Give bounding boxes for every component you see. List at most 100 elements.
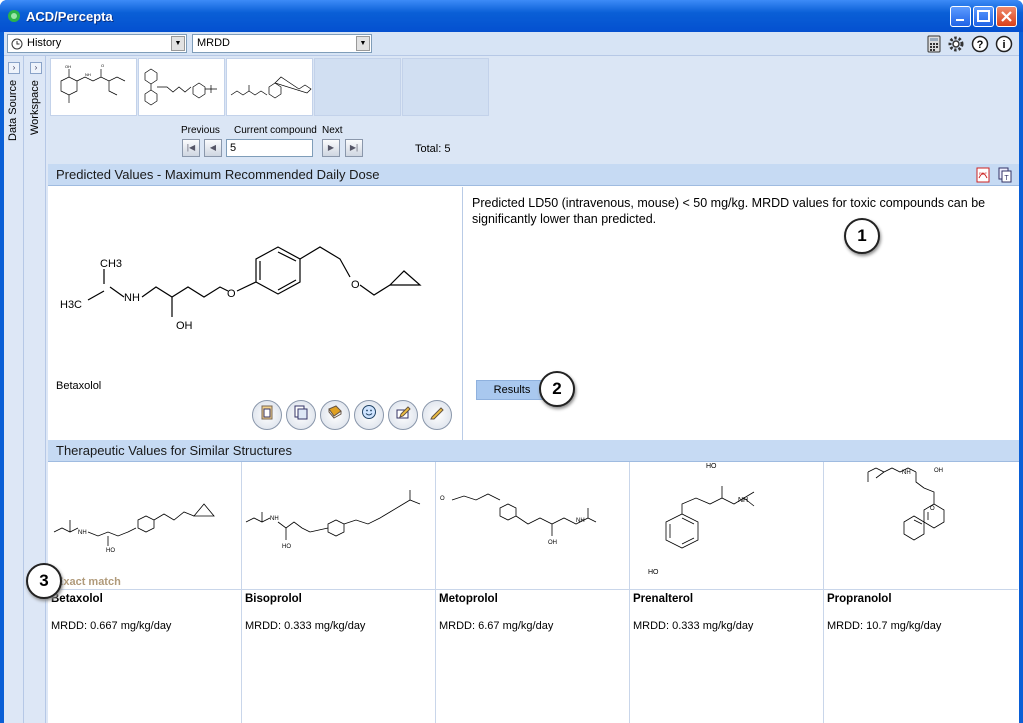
predicted-values-header: Predicted Values - Maximum Recommended D…	[48, 164, 1019, 186]
structure-image: HO NH HO	[630, 462, 824, 590]
compound-thumbnail-empty[interactable]	[314, 58, 401, 116]
svg-text:i: i	[1002, 39, 1005, 51]
next-button[interactable]: ▶	[322, 139, 340, 157]
compound-thumbnail[interactable]	[138, 58, 225, 116]
svg-text:NH: NH	[85, 72, 91, 77]
compound-thumbnails: OH NH O Previous Current compound Next |◀ …	[48, 56, 1019, 164]
edit-button[interactable]	[388, 400, 418, 430]
svg-text:HO: HO	[282, 544, 291, 550]
client-area: History ▼ MRDD ▼ ? i › Data Source › Wor…	[4, 32, 1019, 723]
mrdd-value: MRDD: 10.7 mg/kg/day	[827, 620, 942, 632]
close-icon	[1001, 11, 1012, 22]
copy-structure-button[interactable]	[252, 400, 282, 430]
first-button[interactable]: |◀	[182, 139, 200, 157]
predicted-values-panel: CH3 H3C NH OH O O Betaxolol Predicted LD…	[48, 187, 1019, 440]
side-tabs: › Data Source › Workspace	[4, 56, 48, 723]
current-compound-input[interactable]: 5	[226, 139, 313, 157]
draw-button[interactable]	[422, 400, 452, 430]
svg-text:NH: NH	[576, 518, 585, 524]
atom-label: O	[227, 288, 236, 300]
svg-text:NH: NH	[902, 470, 911, 476]
pencil-icon	[430, 407, 444, 420]
previous-label: Previous	[181, 125, 220, 136]
svg-text:OH: OH	[548, 540, 557, 546]
pdf-export-icon[interactable]: PDF	[975, 167, 991, 183]
compound-name: Betaxolol	[51, 593, 103, 605]
svg-text:NH: NH	[78, 530, 87, 536]
next-label: Next	[322, 125, 343, 136]
compound-name: Betaxolol	[56, 380, 102, 392]
chevron-down-icon[interactable]: ▼	[356, 36, 370, 51]
expand-icon[interactable]: ›	[8, 62, 20, 74]
last-button[interactable]: ▶|	[345, 139, 363, 157]
maximize-button[interactable]	[973, 6, 994, 27]
atom-label: O	[351, 279, 360, 291]
compound-thumbnail[interactable]	[226, 58, 313, 116]
gear-icon[interactable]	[947, 35, 965, 53]
expand-icon[interactable]: ›	[30, 62, 42, 74]
atom-label: NH	[124, 292, 140, 304]
svg-text:O: O	[930, 506, 935, 512]
similar-compound-card[interactable]: NH OH O Propranolol MRDD: 10.7 mg/kg/day	[824, 462, 1018, 723]
structure-drawing: O NH OH	[440, 493, 597, 546]
copy-image-button[interactable]	[286, 400, 316, 430]
minimize-button[interactable]	[950, 6, 971, 27]
calculator-icon[interactable]	[925, 35, 943, 53]
smiley-icon	[362, 405, 376, 419]
exact-match-label: Exact match	[56, 576, 121, 588]
results-button[interactable]: Results	[476, 380, 548, 400]
similar-compound-card[interactable]: O NH OH Metoprolol MRDD: 6.67 mg/kg/day	[436, 462, 630, 723]
mrdd-value: MRDD: 0.333 mg/kg/day	[245, 620, 366, 632]
app-icon	[8, 10, 20, 22]
structure-drawing: NH OH O	[867, 467, 945, 541]
predicted-values-title: Predicted Values - Maximum Recommended D…	[56, 167, 380, 182]
callout-badge: 2	[539, 371, 575, 407]
module-combo-value: MRDD	[197, 37, 230, 49]
window-title: ACD/Percepta	[26, 9, 113, 24]
title-bar[interactable]: ACD/Percepta	[0, 0, 1023, 32]
prediction-note-pane: Predicted LD50 (intravenous, mouse) < 50…	[464, 187, 1019, 440]
close-button[interactable]	[996, 6, 1017, 27]
clipboard-icon	[261, 405, 273, 420]
history-combo[interactable]: History ▼	[7, 34, 187, 53]
similar-compound-card[interactable]: NH HO Exact match Betaxolol MRDD: 0.667 m…	[48, 462, 242, 723]
structure-image: O NH OH	[436, 462, 630, 590]
structure-drawing: NH HO	[53, 503, 215, 554]
prediction-note: Predicted LD50 (intravenous, mouse) < 50…	[472, 196, 986, 226]
similar-compound-card[interactable]: NH HO Bisoprolol MRDD: 0.333 mg/kg/day	[242, 462, 436, 723]
tab-workspace-label: Workspace	[29, 80, 41, 135]
clock-icon	[11, 38, 23, 50]
edit-icon	[396, 406, 411, 419]
mrdd-value: MRDD: 6.67 mg/kg/day	[439, 620, 554, 632]
svg-text:?: ?	[977, 39, 984, 51]
current-compound-label: Current compound	[234, 125, 317, 136]
similar-compound-card[interactable]: HO NH HO Prenalterol MRDD: 0.333 mg/kg/day	[630, 462, 824, 723]
previous-button[interactable]: ◀	[204, 139, 222, 157]
structure-pane: CH3 H3C NH OH O O Betaxolol	[48, 187, 463, 440]
copy-text-icon[interactable]: T	[997, 167, 1013, 183]
svg-text:OH: OH	[65, 64, 71, 69]
minimize-icon	[956, 19, 964, 21]
mrdd-value: MRDD: 0.333 mg/kg/day	[633, 620, 754, 632]
compound-navigation: Previous Current compound Next |◀ ◀ 5 ▶ …	[48, 118, 1019, 164]
tab-workspace[interactable]: › Workspace	[26, 56, 46, 723]
svg-text:HO: HO	[106, 548, 115, 554]
structure-thumbnail: OH NH O	[60, 63, 126, 103]
info-icon[interactable]: i	[995, 35, 1013, 53]
compound-thumbnail-empty[interactable]	[402, 58, 489, 116]
compound-thumbnail[interactable]: OH NH O	[50, 58, 137, 116]
svg-text:O: O	[101, 63, 104, 68]
maximize-icon	[977, 10, 990, 22]
module-combo[interactable]: MRDD ▼	[192, 34, 372, 53]
structure-drawing: HO NH HO	[648, 463, 755, 576]
structure-thumbnail	[144, 68, 217, 106]
report-button[interactable]	[320, 400, 350, 430]
tab-data-source[interactable]: › Data Source	[4, 56, 24, 723]
svg-text:HO: HO	[706, 463, 717, 470]
callout-badge: 3	[26, 563, 62, 599]
smiley-button[interactable]	[354, 400, 384, 430]
atom-label: H3C	[60, 299, 82, 311]
similar-structures-title: Therapeutic Values for Similar Structure…	[56, 443, 293, 458]
chevron-down-icon[interactable]: ▼	[171, 36, 185, 51]
help-icon[interactable]: ?	[971, 35, 989, 53]
